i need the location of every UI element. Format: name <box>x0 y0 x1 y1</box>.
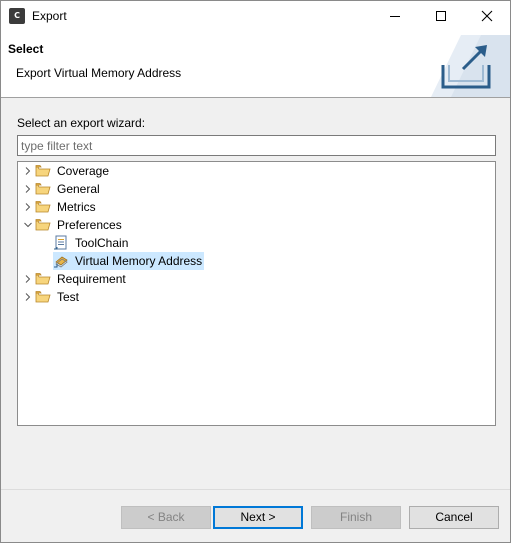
minimize-icon <box>390 16 400 17</box>
page-title: Select <box>8 42 44 56</box>
folder-icon <box>35 199 51 215</box>
filter-input[interactable] <box>17 135 496 156</box>
export-dialog: C Export Select Export Virtual Memory Ad… <box>0 0 511 543</box>
minimize-button[interactable] <box>372 1 418 31</box>
tree-item-preferences[interactable]: Preferences <box>21 216 124 234</box>
maximize-icon <box>436 11 446 21</box>
cancel-button[interactable]: Cancel <box>409 506 499 529</box>
chevron-right-icon[interactable] <box>21 198 35 216</box>
chevron-right-icon[interactable] <box>21 162 35 180</box>
document-export-icon <box>53 235 69 251</box>
app-icon: C <box>9 8 25 24</box>
tree-item-coverage[interactable]: Coverage <box>21 162 111 180</box>
folder-open-icon <box>35 217 51 233</box>
tree-item-test[interactable]: Test <box>21 288 81 306</box>
close-icon <box>481 10 493 22</box>
close-button[interactable] <box>464 1 510 31</box>
folder-icon <box>35 271 51 287</box>
tree-item-label: General <box>57 182 100 196</box>
folder-icon <box>35 181 51 197</box>
memory-export-icon <box>53 253 69 269</box>
folder-icon <box>35 163 51 179</box>
chevron-right-icon[interactable] <box>21 270 35 288</box>
maximize-button[interactable] <box>418 1 464 31</box>
back-button[interactable]: < Back <box>121 506 211 529</box>
tree-item-label: Requirement <box>57 272 126 286</box>
folder-icon <box>35 289 51 305</box>
tree-item-label: Virtual Memory Address <box>75 254 203 268</box>
chevron-right-icon[interactable] <box>21 288 35 306</box>
export-wizard-banner-icon <box>431 35 510 97</box>
tree-item-general[interactable]: General <box>21 180 102 198</box>
tree-item-metrics[interactable]: Metrics <box>21 198 98 216</box>
window-title: Export <box>32 9 67 23</box>
tree-item-toolchain[interactable]: ToolChain <box>53 234 130 252</box>
tree-item-label: Metrics <box>57 200 96 214</box>
tree-item-label: Test <box>57 290 80 304</box>
wizard-list-label: Select an export wizard: <box>17 116 146 130</box>
tree-item-label: Preferences <box>57 218 122 232</box>
footer-divider <box>1 489 510 490</box>
title-bar[interactable]: C Export <box>1 1 510 31</box>
wizard-header: Select Export Virtual Memory Address <box>1 31 510 98</box>
page-subtitle: Export Virtual Memory Address <box>16 66 182 80</box>
next-button[interactable]: Next > <box>213 506 303 529</box>
tree-item-label: ToolChain <box>75 236 129 250</box>
finish-button[interactable]: Finish <box>311 506 401 529</box>
chevron-down-icon[interactable] <box>21 216 35 234</box>
tree-item-label: Coverage <box>57 164 110 178</box>
chevron-right-icon[interactable] <box>21 180 35 198</box>
tree-item-requirement[interactable]: Requirement <box>21 270 128 288</box>
wizard-tree[interactable]: Coverage General Metrics Preferences Too… <box>17 161 496 426</box>
tree-item-virtual-memory-address[interactable]: Virtual Memory Address <box>53 252 205 270</box>
